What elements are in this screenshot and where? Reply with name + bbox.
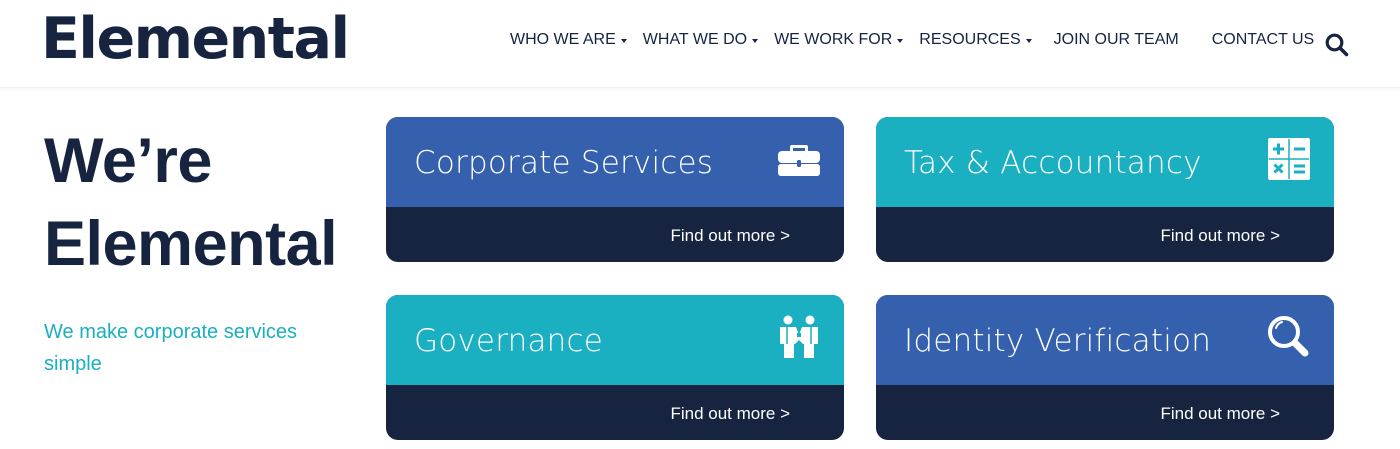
site-logo[interactable]: Elemental	[41, 6, 350, 72]
nav-item-label: WE WORK FOR	[774, 31, 893, 48]
nav-item-resources[interactable]: RESOURCES	[919, 31, 1032, 49]
calculator-icon	[1266, 136, 1312, 182]
find-out-more-link[interactable]: Find out more >	[670, 403, 790, 425]
card-title: Tax & Accountancy	[904, 145, 1202, 181]
service-card-governance[interactable]: Governance Find out more >	[386, 295, 844, 440]
card-header: Tax & Accountancy	[876, 117, 1334, 207]
card-header: Governance	[386, 295, 844, 385]
briefcase-icon	[776, 136, 822, 182]
search-icon[interactable]	[1324, 32, 1350, 58]
caret-down-icon	[620, 38, 627, 43]
nav-item-label: RESOURCES	[919, 31, 1021, 48]
site-header: Elemental WHO WE ARE WHAT WE DO WE WORK …	[0, 0, 1400, 88]
hero-title: We’re Elemental	[44, 120, 364, 286]
nav-item-contact-us[interactable]: CONTACT US	[1212, 31, 1315, 49]
nav-item-label: JOIN OUR TEAM	[1053, 31, 1179, 48]
nav-item-label: WHO WE ARE	[510, 31, 616, 48]
magnifier-icon	[1266, 314, 1312, 360]
handshake-icon	[776, 314, 822, 360]
find-out-more-link[interactable]: Find out more >	[1160, 225, 1280, 247]
main-nav: WHO WE ARE WHAT WE DO WE WORK FOR RESOUR…	[510, 28, 1314, 52]
card-header: Corporate Services	[386, 117, 844, 207]
find-out-more-link[interactable]: Find out more >	[670, 225, 790, 247]
card-title: Identity Verification	[904, 323, 1212, 359]
caret-down-icon	[897, 38, 904, 43]
nav-item-what-we-do[interactable]: WHAT WE DO	[642, 31, 759, 49]
card-header: Identity Verification	[876, 295, 1334, 385]
hero-title-line: Elemental	[44, 209, 338, 279]
nav-item-join-our-team[interactable]: JOIN OUR TEAM	[1054, 31, 1179, 49]
find-out-more-link[interactable]: Find out more >	[1160, 403, 1280, 425]
service-card-identity-verification[interactable]: Identity Verification Find out more >	[876, 295, 1334, 440]
service-card-corporate-services[interactable]: Corporate Services Find out more >	[386, 117, 844, 262]
service-card-tax-accountancy[interactable]: Tax & Accountancy Find out more >	[876, 117, 1334, 262]
nav-item-label: WHAT WE DO	[642, 31, 748, 48]
caret-down-icon	[752, 38, 759, 43]
nav-item-label: CONTACT US	[1211, 31, 1315, 48]
hero-tagline: We make corporate services simple	[44, 321, 298, 375]
nav-item-we-work-for[interactable]: WE WORK FOR	[774, 31, 904, 49]
card-title: Governance	[414, 323, 604, 359]
card-title: Corporate Services	[414, 145, 714, 181]
hero-title-line: We’re	[44, 126, 212, 196]
nav-item-who-we-are[interactable]: WHO WE ARE	[510, 31, 627, 49]
caret-down-icon	[1025, 38, 1032, 43]
